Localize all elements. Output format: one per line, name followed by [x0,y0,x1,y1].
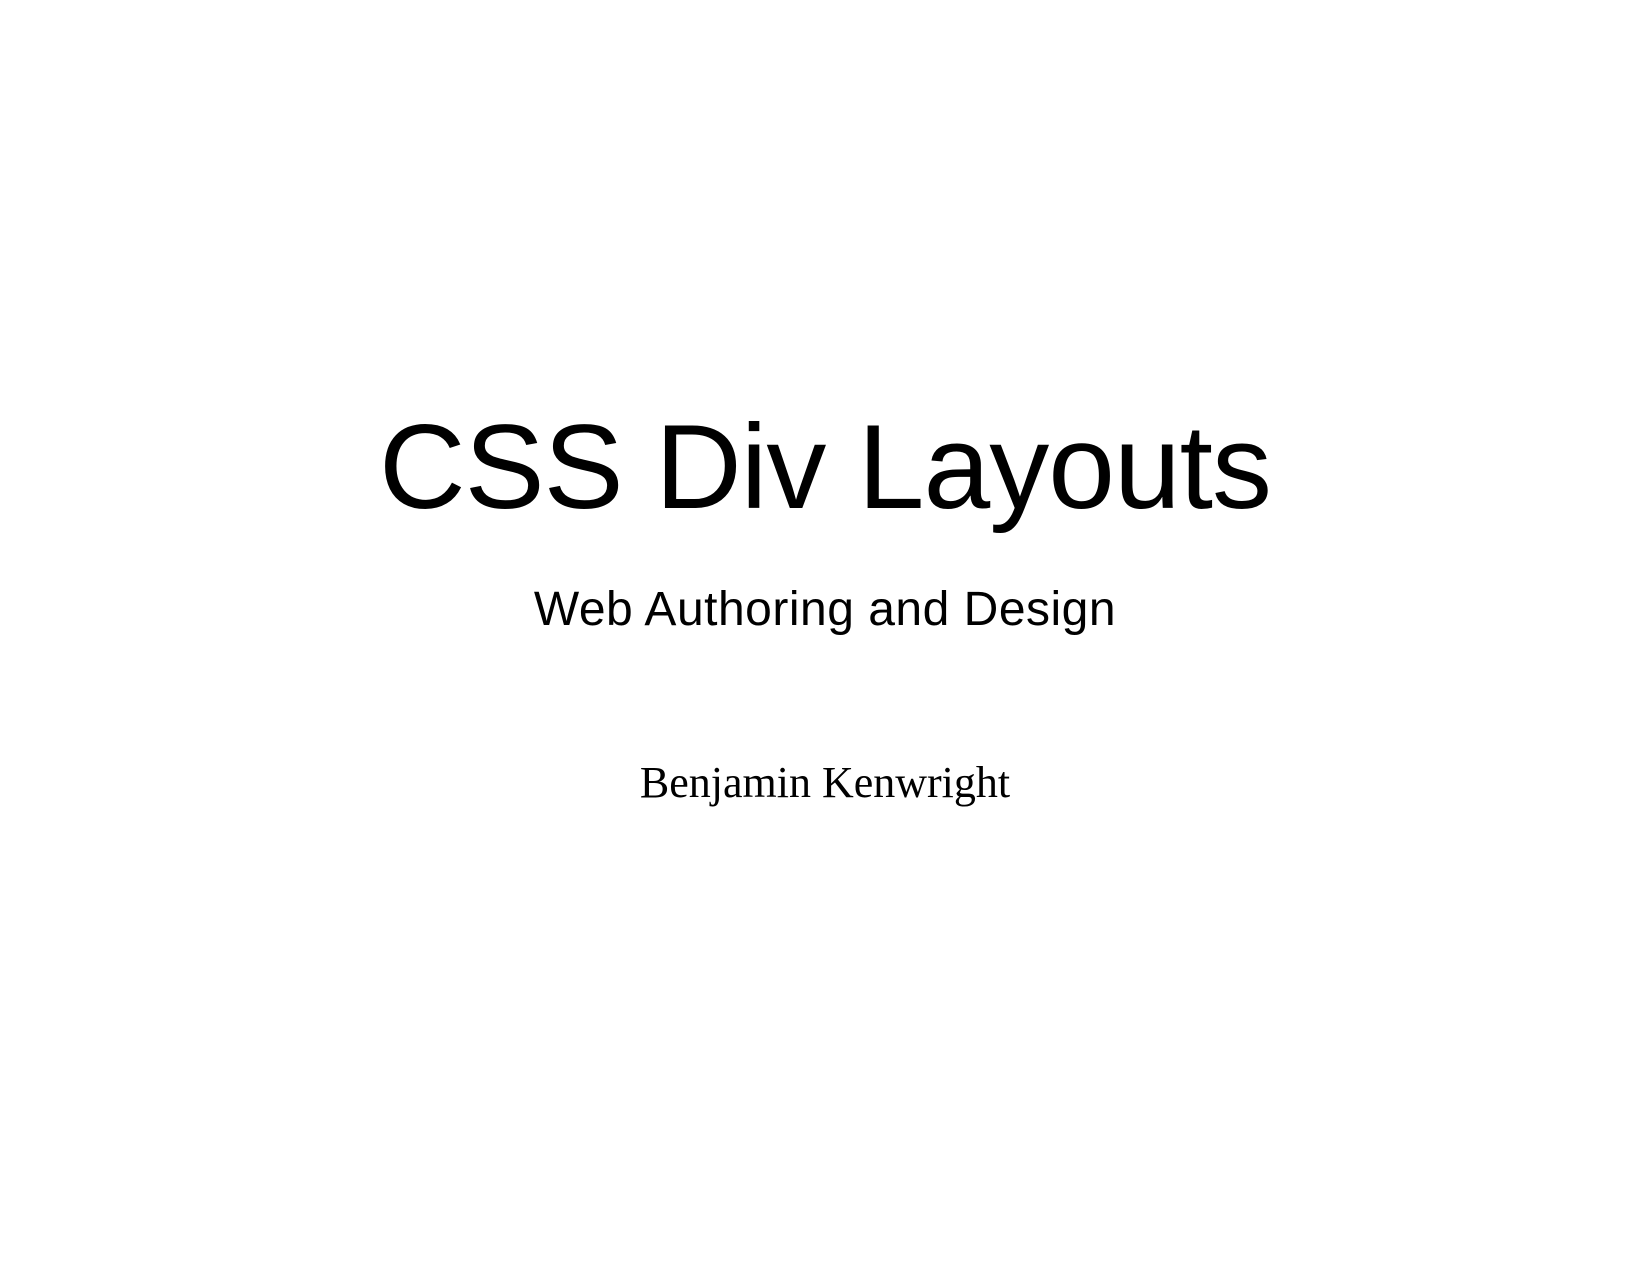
slide-author: Benjamin Kenwright [640,757,1010,808]
slide-subtitle: Web Authoring and Design [534,582,1116,637]
slide-content: CSS Div Layouts Web Authoring and Design… [379,407,1271,808]
slide-title: CSS Div Layouts [379,407,1271,527]
